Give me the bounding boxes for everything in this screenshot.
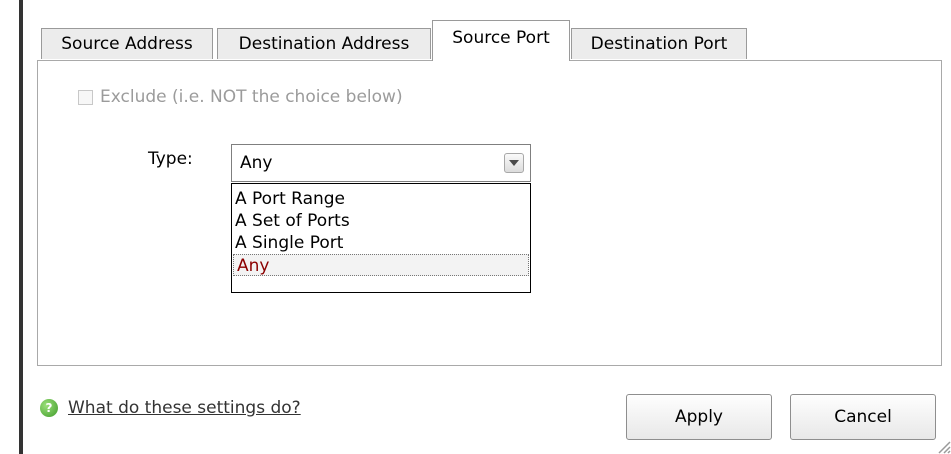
cancel-button[interactable]: Cancel (790, 394, 936, 440)
type-dropdown-list: A Port Range A Set of Ports A Single Por… (231, 183, 531, 293)
apply-button[interactable]: Apply (626, 394, 772, 440)
resize-grip-icon[interactable] (933, 436, 951, 454)
tab-destination-address[interactable]: Destination Address (217, 28, 431, 59)
tab-destination-port[interactable]: Destination Port (571, 28, 747, 59)
tab-panel: Exclude (i.e. NOT the choice below) Type… (37, 60, 942, 366)
option-a-single-port[interactable]: A Single Port (232, 232, 530, 254)
tab-source-address[interactable]: Source Address (41, 28, 213, 59)
type-select[interactable]: Any (231, 144, 531, 182)
help-icon[interactable]: ? (40, 399, 58, 417)
option-a-set-of-ports[interactable]: A Set of Ports (232, 210, 530, 232)
option-a-port-range[interactable]: A Port Range (232, 188, 530, 210)
option-any[interactable]: Any (233, 254, 529, 276)
window-left-border (19, 0, 23, 454)
chevron-down-icon[interactable] (504, 153, 524, 173)
tab-source-port[interactable]: Source Port (432, 20, 570, 61)
help-link[interactable]: What do these settings do? (68, 398, 301, 418)
exclude-row: Exclude (i.e. NOT the choice below) (78, 86, 403, 108)
exclude-label: Exclude (i.e. NOT the choice below) (100, 87, 403, 107)
type-label: Type: (148, 149, 193, 169)
type-select-value: Any (240, 153, 273, 173)
help-row: ? What do these settings do? (40, 398, 301, 418)
exclude-checkbox[interactable] (78, 89, 93, 105)
